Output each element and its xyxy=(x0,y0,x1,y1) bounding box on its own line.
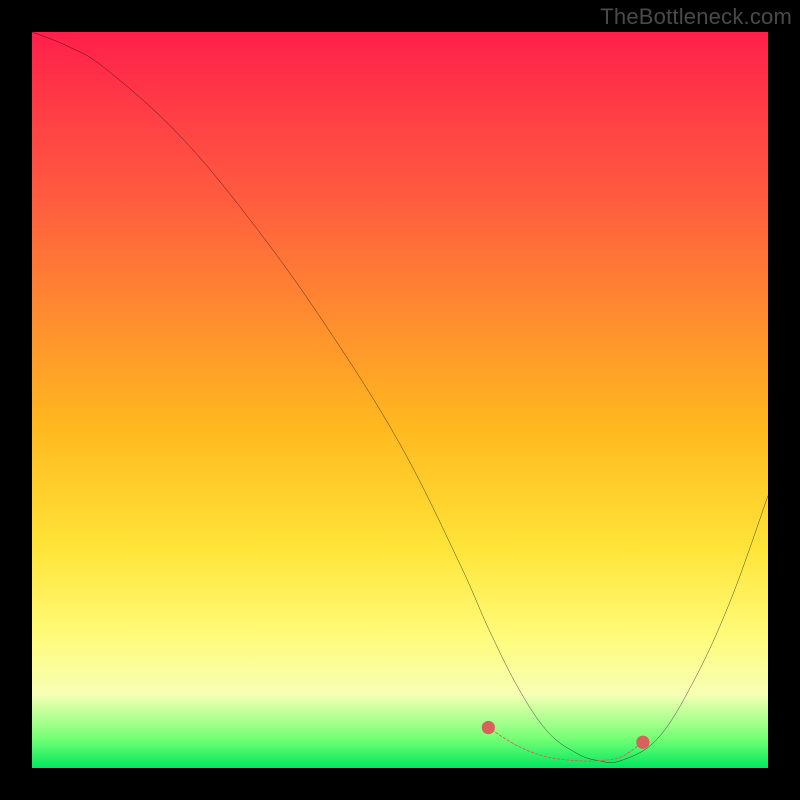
valley-dot xyxy=(482,721,495,734)
chart-frame: TheBottleneck.com xyxy=(0,0,800,800)
curve-svg xyxy=(32,32,768,768)
valley-dots-group xyxy=(482,721,650,749)
valley-highlight-path xyxy=(488,728,643,762)
plot-area xyxy=(32,32,768,768)
valley-dot xyxy=(636,736,649,749)
bottleneck-curve-path xyxy=(32,32,768,763)
watermark-text: TheBottleneck.com xyxy=(600,4,792,30)
